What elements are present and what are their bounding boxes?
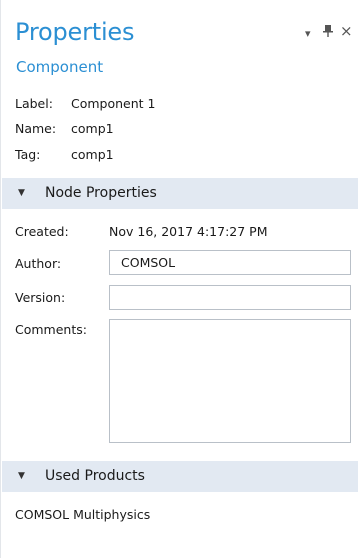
author-field[interactable]: COMSOL xyxy=(109,250,351,275)
node-properties-section-header[interactable]: ▼ Node Properties xyxy=(2,178,358,209)
tag-value: comp1 xyxy=(71,147,114,162)
node-properties-section-label: Node Properties xyxy=(45,185,157,201)
collapse-triangle-icon[interactable]: ▼ xyxy=(18,461,25,492)
label-value: Component 1 xyxy=(71,96,156,111)
name-row: Name: comp1 xyxy=(15,119,114,139)
tag-row: Tag: comp1 xyxy=(15,145,114,165)
used-products-section-header[interactable]: ▼ Used Products xyxy=(2,461,358,492)
name-value: comp1 xyxy=(71,121,114,136)
panel-menu-icon[interactable]: ▾ xyxy=(305,27,311,40)
panel-title: Properties xyxy=(15,18,135,46)
name-key: Name: xyxy=(15,121,57,136)
version-field[interactable] xyxy=(109,285,351,310)
label-row: Label: Component 1 xyxy=(15,94,156,114)
pin-icon-graphic xyxy=(323,25,333,37)
label-key: Label: xyxy=(15,96,53,111)
panel-subtitle: Component xyxy=(16,58,104,76)
comments-label: Comments: xyxy=(15,322,87,337)
created-value: Nov 16, 2017 4:17:27 PM xyxy=(109,224,268,239)
author-label: Author: xyxy=(15,256,62,271)
close-icon[interactable]: × xyxy=(340,22,353,40)
created-label: Created: xyxy=(15,224,69,239)
version-label: Version: xyxy=(15,290,66,305)
used-products-section-label: Used Products xyxy=(45,468,145,484)
collapse-triangle-icon[interactable]: ▼ xyxy=(18,178,25,209)
properties-panel: Properties ▾ × Component Label: Component… xyxy=(0,0,358,558)
comments-field[interactable] xyxy=(109,319,351,443)
used-product-item: COMSOL Multiphysics xyxy=(15,507,151,522)
pin-icon[interactable] xyxy=(323,25,333,40)
tag-key: Tag: xyxy=(15,147,41,162)
